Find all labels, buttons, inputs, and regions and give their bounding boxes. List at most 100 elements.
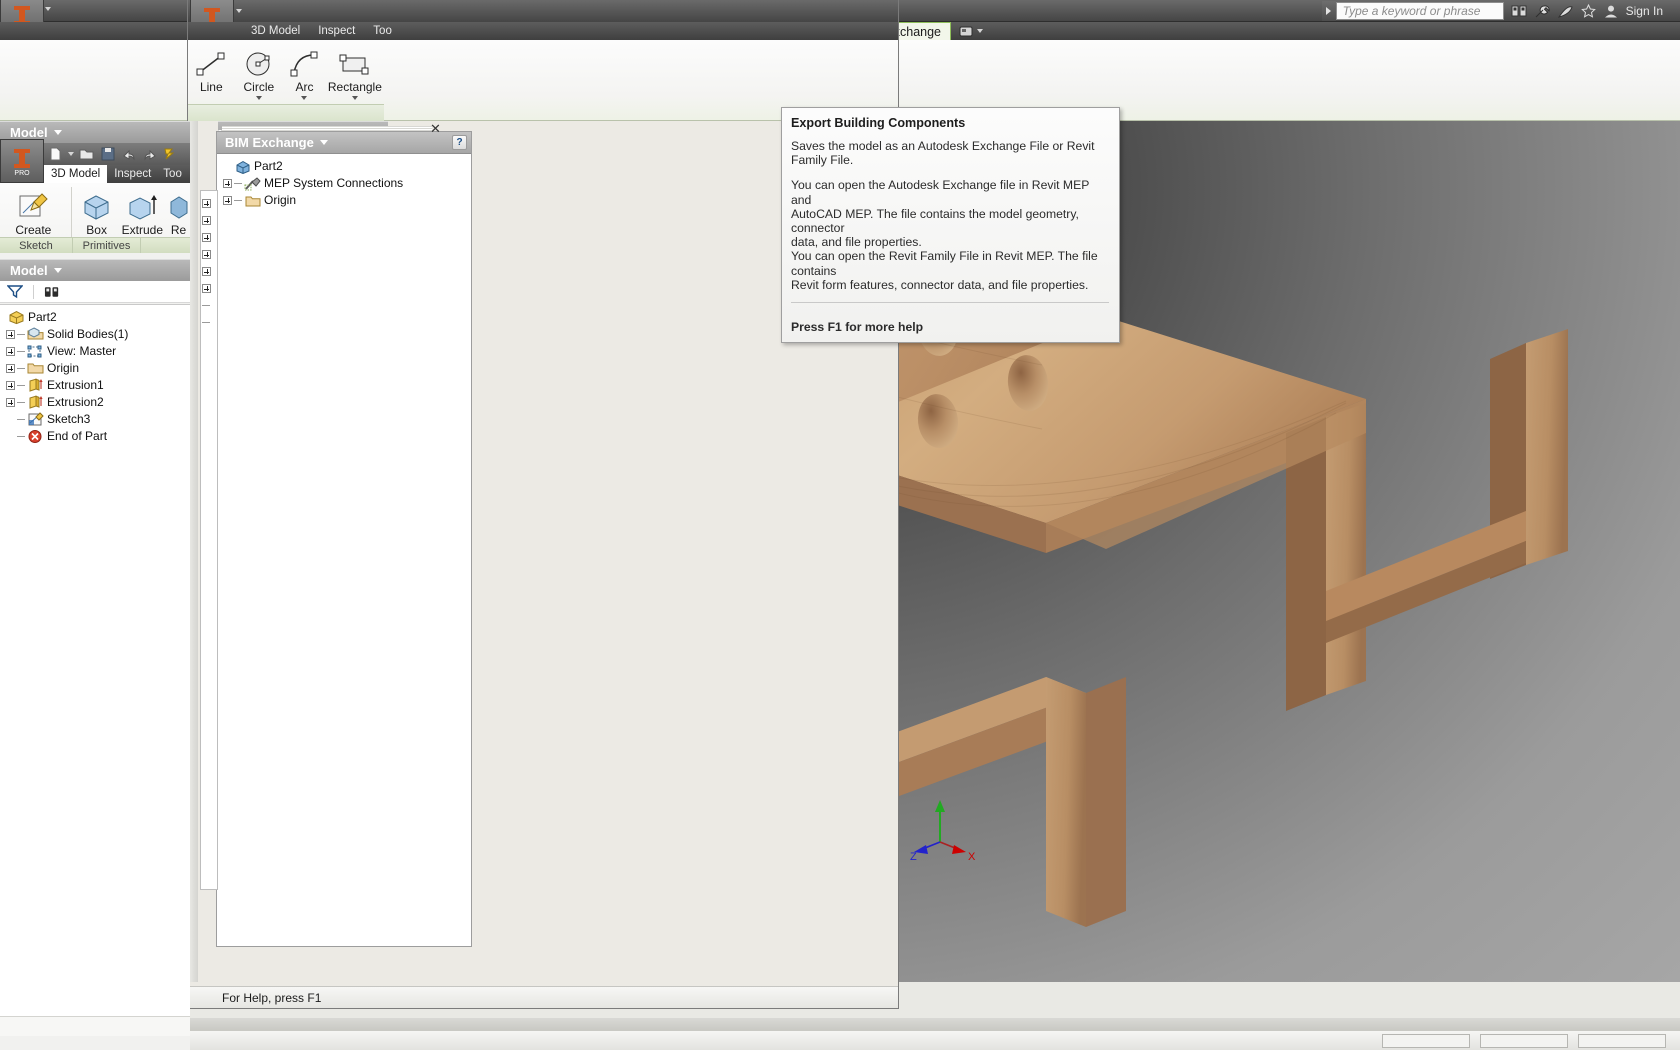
- end-of-part-icon: [27, 429, 44, 444]
- part-icon: [234, 159, 251, 174]
- status-help-text: For Help, press F1: [222, 991, 321, 1005]
- svg-text:PRO: PRO: [14, 170, 30, 176]
- expander-icon[interactable]: [6, 347, 15, 356]
- tree-node-sketch3[interactable]: Sketch3: [6, 411, 190, 428]
- tree-node-view-master[interactable]: View: Master: [6, 343, 190, 360]
- tree-node-end-of-part[interactable]: End of Part: [6, 428, 190, 445]
- bim-exchange-tree: Part2 MEP System Connections: [217, 154, 471, 209]
- tree-node-extrusion1[interactable]: Extrusion1: [6, 377, 190, 394]
- help-icon[interactable]: ?: [452, 135, 467, 150]
- model-browser-title: Model: [10, 263, 48, 278]
- button-label-line1: Box: [86, 224, 107, 237]
- bim-exchange-dropdown-icon[interactable]: [320, 140, 328, 145]
- left-dock-footer: [0, 1016, 190, 1036]
- ribbon-display-options[interactable]: [951, 22, 991, 40]
- rectangle-icon: [337, 47, 373, 81]
- panel-grip[interactable]: [222, 126, 432, 131]
- sketch-icon: [27, 412, 44, 427]
- extrude-icon: [125, 190, 159, 224]
- front-application-menu-caret-icon[interactable]: [235, 9, 242, 13]
- tree-node-label: Extrusion2: [47, 395, 104, 410]
- tree-node-mep-system-connections[interactable]: MEP System Connections: [223, 175, 471, 192]
- tree-node-label: MEP System Connections: [264, 176, 403, 191]
- undo-icon[interactable]: [120, 146, 137, 163]
- bim-exchange-browser: BIM Exchange ? Part2: [216, 131, 472, 947]
- front-tab-tools[interactable]: Too: [364, 22, 401, 40]
- tooltip-body-line: You can open the Autodesk Exchange file …: [791, 178, 1109, 206]
- tooltip-summary: Saves the model as an Autodesk Exchange …: [791, 139, 1109, 167]
- save-icon[interactable]: [99, 146, 116, 163]
- help-wrench-icon[interactable]: [1534, 3, 1551, 20]
- update-icon[interactable]: [162, 146, 179, 163]
- expander-icon[interactable]: [6, 364, 15, 373]
- tooltip-body-line: data, and file properties.: [791, 235, 1109, 249]
- line-icon: [194, 47, 228, 81]
- front-status-bar: For Help, press F1: [188, 986, 898, 1008]
- button-label-line1: Extrude: [122, 224, 163, 237]
- new-dropdown-icon[interactable]: [68, 152, 74, 156]
- dock-splitter[interactable]: [190, 121, 198, 982]
- model-browser-toolbar: [0, 281, 190, 303]
- box-icon: [80, 190, 114, 224]
- tree-node-label: Part2: [254, 159, 283, 174]
- tree-node-solid-bodies[interactable]: Solid Bodies(1): [6, 326, 190, 343]
- revolve-button[interactable]: Re: [167, 187, 190, 237]
- status-slot-2: [1480, 1034, 1568, 1048]
- rectangle-dropdown-icon[interactable]: [352, 96, 358, 100]
- search-expand-icon[interactable]: [1322, 1, 1336, 21]
- expander-icon[interactable]: [6, 398, 15, 407]
- front-tab-inspect[interactable]: Inspect: [309, 22, 364, 40]
- tree-node-part2[interactable]: Part2: [223, 158, 471, 175]
- rectangle-button[interactable]: Rectangle: [326, 44, 384, 100]
- inner-application-menu-button[interactable]: PRO: [0, 139, 44, 183]
- folder-icon: [244, 193, 261, 208]
- part-icon: [8, 310, 25, 325]
- model-browser-header[interactable]: Model: [0, 259, 190, 281]
- circle-dropdown-icon[interactable]: [256, 96, 262, 100]
- front-panel-sketch: Line Circle: [188, 40, 384, 121]
- sign-in-avatar-icon[interactable]: [1603, 3, 1620, 20]
- tree-node-label: View: Master: [47, 344, 116, 359]
- revolve-icon: [169, 190, 189, 224]
- view-master-icon: [27, 344, 44, 359]
- tree-node-label: End of Part: [47, 429, 107, 444]
- tree-node-extrusion2[interactable]: Extrusion2: [6, 394, 190, 411]
- button-label-line1: Rectangle: [328, 81, 382, 94]
- search-input[interactable]: Type a keyword or phrase: [1336, 2, 1504, 20]
- tree-node-part2[interactable]: Part2: [6, 309, 190, 326]
- tooltip-body-line: You can open the Revit Family File in Re…: [791, 249, 1109, 277]
- sign-in-button[interactable]: Sign In: [1626, 4, 1673, 18]
- box-button[interactable]: Box: [76, 187, 118, 243]
- button-label-line1: Arc: [295, 81, 313, 94]
- tree-node-origin[interactable]: Origin: [6, 360, 190, 377]
- arc-dropdown-icon[interactable]: [301, 96, 307, 100]
- status-strip: [0, 1018, 1680, 1030]
- tree-node-origin[interactable]: Origin: [223, 192, 471, 209]
- tooltip-title: Export Building Components: [791, 116, 1109, 130]
- filter-icon[interactable]: [6, 283, 23, 300]
- line-button[interactable]: Line: [188, 44, 235, 94]
- inner-tab-3d-model[interactable]: 3D Model: [44, 165, 107, 183]
- expander-icon[interactable]: [6, 381, 15, 390]
- expander-icon[interactable]: [223, 196, 232, 205]
- expander-icon[interactable]: [223, 179, 232, 188]
- open-icon[interactable]: [78, 146, 95, 163]
- status-slot-1: [1382, 1034, 1470, 1048]
- inner-tab-inspect[interactable]: Inspect: [107, 165, 158, 183]
- axis-triad: Z X: [908, 798, 978, 860]
- front-tab-3d-model[interactable]: 3D Model: [242, 22, 309, 40]
- inner-tab-tools[interactable]: Too: [158, 165, 187, 183]
- expander-icon[interactable]: [6, 330, 15, 339]
- arc-button[interactable]: Arc: [283, 44, 326, 100]
- tooltip-body-line: AutoCAD MEP. The file contains the model…: [791, 207, 1109, 235]
- extrude-button[interactable]: Extrude: [118, 187, 168, 237]
- share-icon[interactable]: [1557, 3, 1574, 20]
- find-icon[interactable]: [1511, 3, 1528, 20]
- find-icon[interactable]: [44, 283, 61, 300]
- star-icon[interactable]: [1580, 3, 1597, 20]
- extrusion-icon: [27, 395, 44, 410]
- circle-button[interactable]: Circle: [235, 44, 284, 100]
- new-icon[interactable]: [46, 146, 63, 163]
- axis-label-x: X: [968, 851, 976, 860]
- redo-icon[interactable]: [141, 146, 158, 163]
